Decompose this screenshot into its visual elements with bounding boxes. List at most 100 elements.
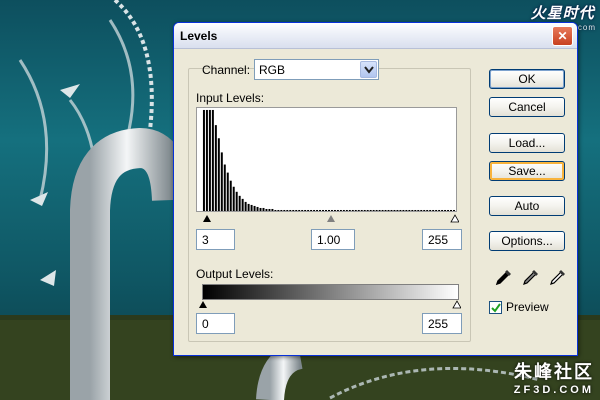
histogram-bar [217, 138, 220, 211]
dialog-titlebar[interactable]: Levels ✕ [174, 23, 577, 49]
histogram-bar [453, 209, 456, 211]
histogram-bar [247, 203, 250, 211]
histogram-bar [345, 209, 348, 211]
load-button[interactable]: Load... [489, 133, 565, 153]
histogram-bar [333, 209, 336, 211]
input-white-field[interactable]: 255 [422, 229, 462, 250]
histogram-bar [241, 198, 244, 211]
histogram-bar [375, 209, 378, 211]
histogram-bar [441, 209, 444, 211]
eyedropper-white-icon[interactable] [548, 267, 568, 287]
dialog-title: Levels [180, 29, 218, 43]
histogram-bar [426, 209, 429, 211]
histogram-bar [420, 209, 423, 211]
white-point-handle[interactable] [450, 214, 459, 223]
histogram-bar [253, 205, 256, 211]
output-white-handle[interactable] [452, 300, 461, 309]
preview-checkbox[interactable] [489, 301, 502, 314]
output-levels-slider[interactable] [199, 299, 461, 309]
histogram-bar [417, 209, 420, 211]
watermark-top-brand: 火星时代 [530, 5, 595, 22]
histogram-bar [447, 209, 450, 211]
histogram-bar [408, 209, 411, 211]
histogram-bar [265, 208, 268, 211]
histogram-bar [271, 208, 274, 211]
histogram-bar [327, 209, 330, 211]
histogram-bar [289, 209, 292, 211]
histogram-bar [438, 209, 441, 211]
histogram-bar [211, 109, 214, 211]
histogram-bar [226, 172, 229, 211]
gamma-handle[interactable] [327, 215, 335, 222]
options-button[interactable]: Options... [489, 231, 565, 251]
histogram-bar [208, 109, 211, 211]
cancel-button[interactable]: Cancel [489, 97, 565, 117]
histogram-bar [292, 209, 295, 211]
histogram-bar [229, 180, 232, 211]
histogram-bar [390, 209, 393, 211]
input-gamma-field[interactable]: 1.00 [311, 229, 355, 250]
histogram-bar [339, 209, 342, 211]
histogram [196, 107, 457, 212]
histogram-bar [238, 195, 241, 211]
histogram-bar [354, 209, 357, 211]
histogram-bar [313, 209, 316, 211]
histogram-bar [298, 209, 301, 211]
histogram-bar [348, 209, 351, 211]
histogram-bar [283, 209, 286, 211]
histogram-bar [301, 209, 304, 211]
eyedropper-gray-icon[interactable] [521, 267, 541, 287]
channel-value: RGB [259, 63, 286, 77]
histogram-bar [450, 209, 453, 211]
ok-button[interactable]: OK [489, 69, 565, 89]
input-black-field[interactable]: 3 [196, 229, 235, 250]
close-button[interactable]: ✕ [552, 26, 573, 46]
histogram-bar [351, 209, 354, 211]
save-button[interactable]: Save... [489, 161, 565, 181]
auto-button[interactable]: Auto [489, 196, 565, 216]
histogram-bar [223, 164, 226, 211]
histogram-bar [357, 209, 360, 211]
histogram-bar [214, 125, 217, 211]
output-black-field[interactable]: 0 [196, 313, 235, 334]
histogram-bar [381, 209, 384, 211]
chevron-down-icon[interactable] [360, 61, 377, 78]
histogram-bar [456, 210, 457, 211]
histogram-bar [304, 209, 307, 211]
watermark-bottom-brand: 朱峰社区 [514, 362, 594, 382]
histogram-bar [372, 209, 375, 211]
histogram-bar [316, 209, 319, 211]
levels-dialog: Levels ✕ Channel: RGB Input Levels: 3 1.… [173, 22, 578, 356]
watermark-bottom-url: ZF3D.COM [513, 384, 594, 396]
preview-label: Preview [506, 300, 549, 314]
histogram-bar [259, 207, 262, 211]
histogram-bar [220, 152, 223, 211]
histogram-bar [435, 209, 438, 211]
eyedropper-black-icon[interactable] [494, 267, 514, 287]
histogram-bar [429, 209, 432, 211]
histogram-bar [330, 209, 333, 211]
histogram-bar [277, 209, 280, 211]
output-white-field[interactable]: 255 [422, 313, 462, 334]
histogram-bar [205, 109, 208, 211]
channel-label: Channel: [202, 63, 251, 77]
histogram-bar [366, 209, 369, 211]
black-point-handle[interactable] [203, 215, 211, 222]
histogram-bar [274, 209, 277, 211]
histogram-bar [393, 209, 396, 211]
output-gradient-bar [202, 284, 459, 300]
watermark-bottom: 朱峰社区 ZF3D.COM [514, 358, 594, 396]
histogram-bar [363, 209, 366, 211]
histogram-bar [262, 207, 265, 211]
histogram-bar [202, 109, 205, 211]
histogram-bar [268, 208, 271, 211]
input-levels-slider[interactable] [201, 213, 459, 223]
output-black-handle[interactable] [199, 301, 207, 308]
histogram-bar [342, 209, 345, 211]
channel-select[interactable]: RGB [254, 59, 379, 80]
histogram-bar [387, 209, 390, 211]
checkmark-icon [491, 303, 501, 313]
output-levels-label: Output Levels: [196, 267, 274, 281]
histogram-bar [244, 201, 247, 211]
histogram-bar [232, 186, 235, 211]
